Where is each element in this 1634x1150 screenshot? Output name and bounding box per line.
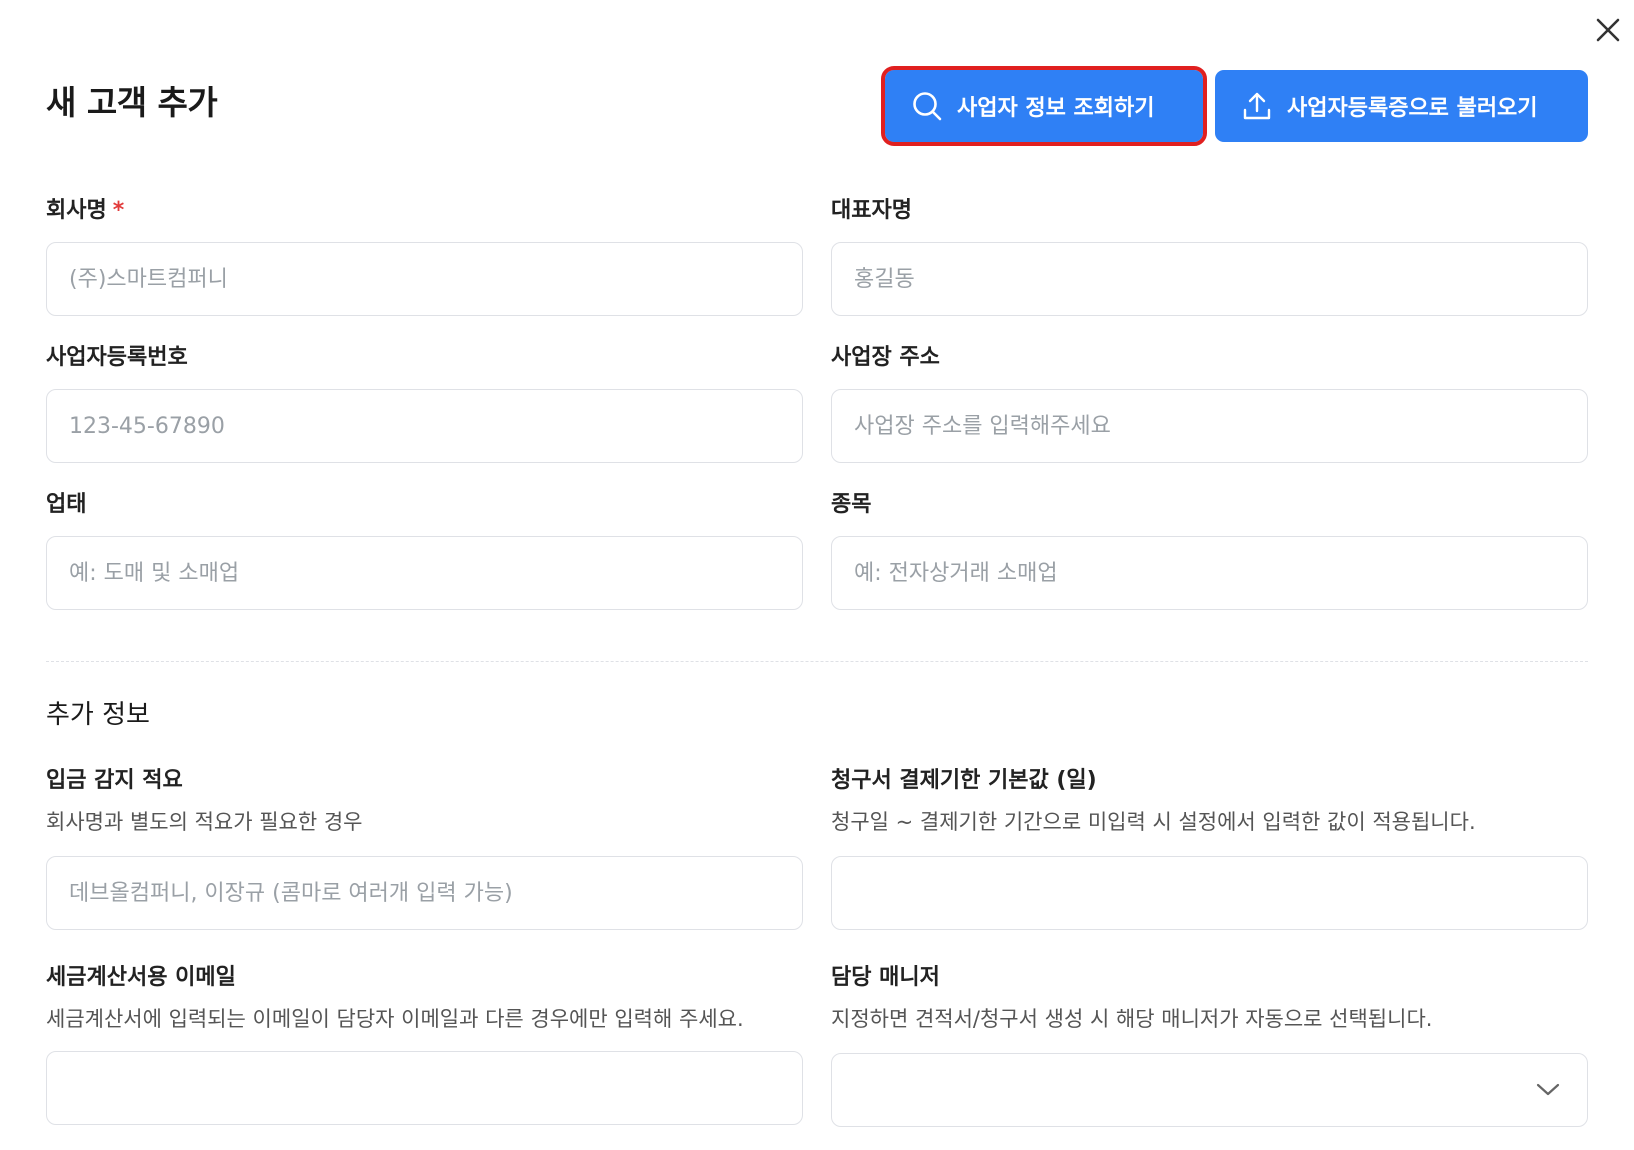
row-company: 회사명* 대표자명 <box>46 196 1588 316</box>
biz-type-group: 업태 <box>46 490 803 610</box>
manager-help: 지정하면 견적서/청구서 생성 시 해당 매니저가 자동으로 선택됩니다. <box>831 1007 1433 1031</box>
due-days-input[interactable] <box>831 856 1588 930</box>
row-email-manager: 세금계산서용 이메일 세금계산서에 입력되는 이메일이 담당자 이메일과 다른 … <box>46 963 1588 1127</box>
manager-label: 담당 매니저 <box>831 965 940 990</box>
close-icon <box>1596 18 1620 42</box>
biz-number-group: 사업자등록번호 <box>46 343 803 463</box>
dialog-header: 새 고객 추가 사업자 정보 조회하기 사업자등록증으로 불러오기 <box>46 66 1588 146</box>
tax-email-input[interactable] <box>46 1051 803 1125</box>
chevron-down-icon <box>1536 1083 1560 1096</box>
manager-select[interactable] <box>831 1053 1588 1127</box>
page-title: 새 고객 추가 <box>46 83 218 122</box>
ceo-name-label: 대표자명 <box>831 198 912 223</box>
section-divider <box>46 661 1588 662</box>
biz-number-input[interactable] <box>46 389 803 463</box>
upload-icon <box>1243 92 1271 120</box>
due-days-group: 청구서 결제기한 기본값 (일) 청구일 ~ 결제기한 기간으로 미입력 시 설… <box>831 766 1588 930</box>
biz-item-label: 종목 <box>831 492 872 517</box>
biz-address-label: 사업장 주소 <box>831 345 940 370</box>
biz-address-input[interactable] <box>831 389 1588 463</box>
deposit-memo-label: 입금 감지 적요 <box>46 768 183 793</box>
biz-number-label: 사업자등록번호 <box>46 345 188 370</box>
row-deposit: 입금 감지 적요 회사명과 별도의 적요가 필요한 경우 청구서 결제기한 기본… <box>46 766 1588 930</box>
deposit-memo-group: 입금 감지 적요 회사명과 별도의 적요가 필요한 경우 <box>46 766 803 930</box>
ceo-name-input[interactable] <box>831 242 1588 316</box>
deposit-memo-help: 회사명과 별도의 적요가 필요한 경우 <box>46 810 363 834</box>
tax-email-help: 세금계산서에 입력되는 이메일이 담당자 이메일과 다른 경우에만 입력해 주세… <box>46 1007 744 1031</box>
upload-registration-label: 사업자등록증으로 불러오기 <box>1287 96 1538 121</box>
company-name-input[interactable] <box>46 242 803 316</box>
close-button[interactable] <box>1590 12 1626 48</box>
manager-group: 담당 매니저 지정하면 견적서/청구서 생성 시 해당 매니저가 자동으로 선택… <box>831 963 1588 1127</box>
biz-address-group: 사업장 주소 <box>831 343 1588 463</box>
search-icon <box>913 92 942 121</box>
upload-registration-button[interactable]: 사업자등록증으로 불러오기 <box>1215 70 1588 142</box>
header-actions: 사업자 정보 조회하기 사업자등록증으로 불러오기 <box>881 66 1588 146</box>
tax-email-group: 세금계산서용 이메일 세금계산서에 입력되는 이메일이 담당자 이메일과 다른 … <box>46 963 803 1127</box>
row-type: 업태 종목 <box>46 490 1588 610</box>
biz-type-label: 업태 <box>46 492 87 517</box>
company-name-label: 회사명 * <box>46 198 125 223</box>
biz-item-group: 종목 <box>831 490 1588 610</box>
biz-item-input[interactable] <box>831 536 1588 610</box>
due-days-label: 청구서 결제기한 기본값 (일) <box>831 768 1097 793</box>
biz-type-input[interactable] <box>46 536 803 610</box>
company-name-group: 회사명 * <box>46 196 803 316</box>
required-mark: * <box>112 198 125 223</box>
deposit-memo-input[interactable] <box>46 856 803 930</box>
row-business: 사업자등록번호 사업장 주소 <box>46 343 1588 463</box>
section-title-extra: 추가 정보 <box>46 700 150 730</box>
ceo-name-group: 대표자명 <box>831 196 1588 316</box>
due-days-help: 청구일 ~ 결제기한 기간으로 미입력 시 설정에서 입력한 값이 적용됩니다. <box>831 810 1476 834</box>
business-lookup-label: 사업자 정보 조회하기 <box>957 96 1155 121</box>
tax-email-label: 세금계산서용 이메일 <box>46 965 236 990</box>
business-lookup-button[interactable]: 사업자 정보 조회하기 <box>881 66 1207 146</box>
